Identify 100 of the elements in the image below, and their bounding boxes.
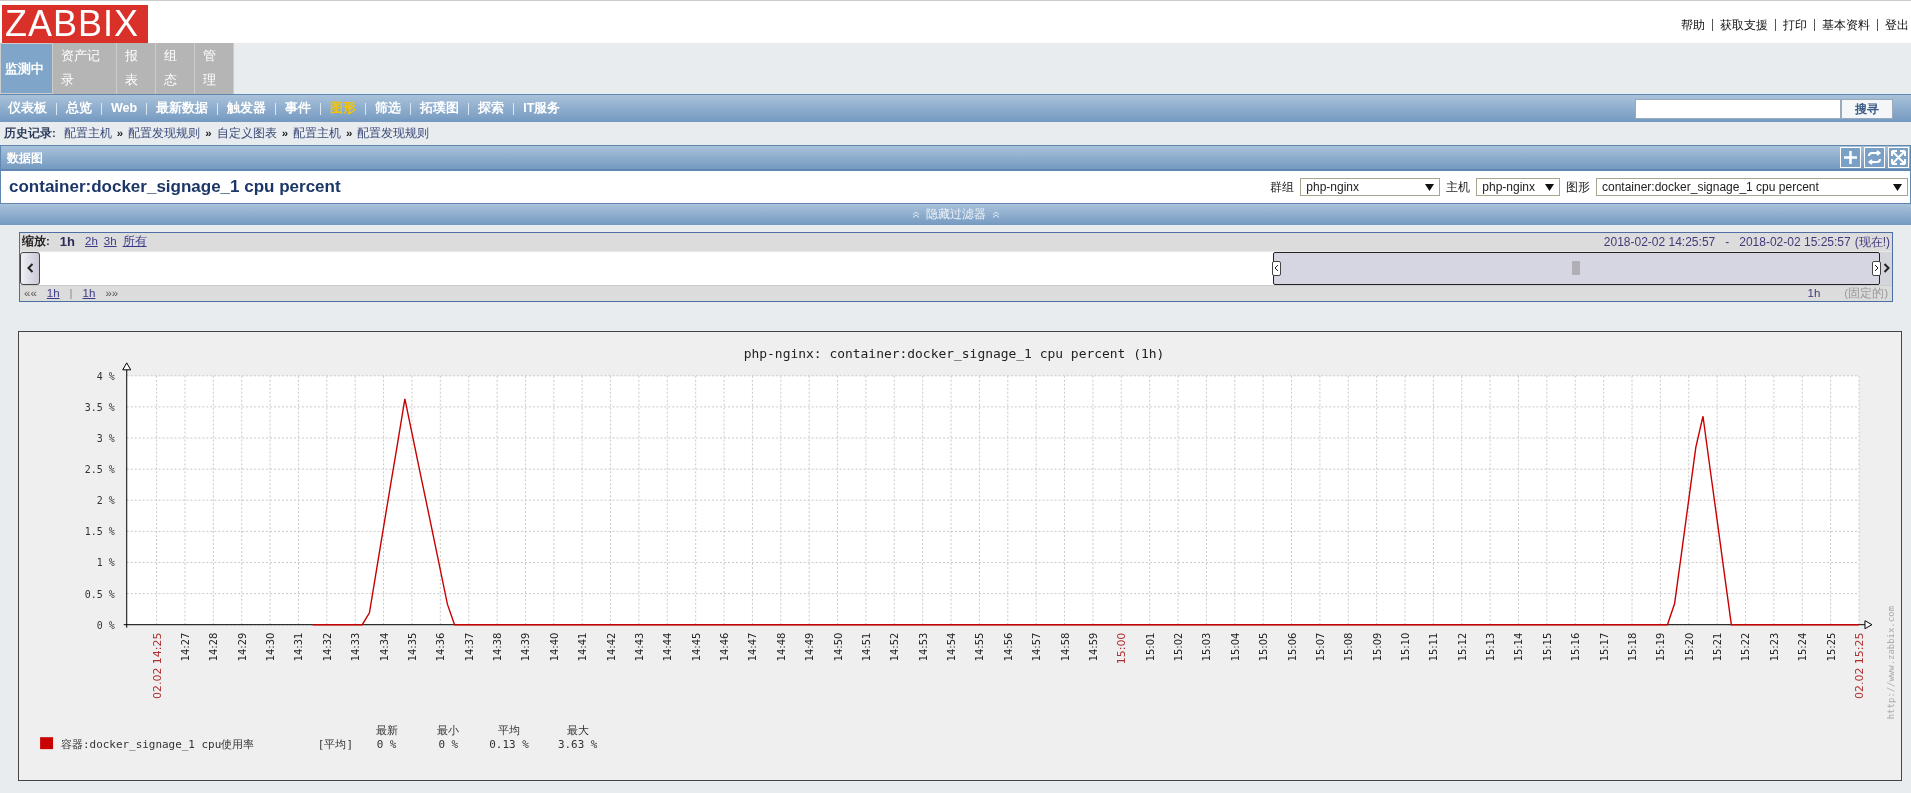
x-tick-label: 14:36 — [435, 632, 447, 662]
chart-title: php-nginx: container:docker_signage_1 cpu percent (1h) — [743, 345, 1165, 361]
filter-select[interactable]: container:docker_signage_1 cpu percent — [1596, 178, 1908, 196]
chevron-left-icon — [26, 263, 34, 273]
history-link[interactable]: 配置主机 — [63, 124, 112, 143]
y-tick-label: 1 % — [96, 557, 115, 569]
top-link[interactable]: 登出 — [1885, 16, 1909, 34]
side-url: http://www.zabbix.com — [1885, 606, 1896, 720]
history-separator: » — [205, 125, 212, 141]
x-tick-label: 14:32 — [321, 632, 333, 662]
x-tick-label: 14:37 — [463, 632, 475, 662]
slider-left-handle[interactable] — [1271, 260, 1281, 276]
top-link[interactable]: 帮助 — [1681, 16, 1705, 34]
x-tick-label: 15:21 — [1712, 632, 1724, 662]
filter-select[interactable]: php-nginx — [1300, 178, 1441, 196]
x-tick-label: 15:12 — [1456, 632, 1468, 662]
plus-icon — [1843, 150, 1858, 165]
x-tick-label: 14:42 — [605, 632, 617, 662]
scroll-left-button[interactable] — [20, 251, 40, 285]
x-tick-label: 14:57 — [1031, 632, 1043, 662]
timeline-slider[interactable] — [1272, 251, 1880, 285]
y-tick-label: 2 % — [96, 495, 115, 507]
history-link[interactable]: 配置主机 — [293, 124, 342, 143]
fullscreen-button[interactable] — [1888, 147, 1909, 168]
y-tick-label: 2.5 % — [84, 464, 115, 476]
x-tick-label: 14:39 — [520, 632, 532, 662]
step-back-link[interactable]: 1h — [46, 284, 60, 303]
search-field[interactable] — [1635, 98, 1841, 119]
x-tick-label: 14:51 — [860, 632, 872, 662]
history-link[interactable]: 配置发现规则 — [128, 124, 201, 143]
legend-header: 平均 — [498, 724, 520, 738]
history-separator: » — [281, 125, 289, 141]
x-tick-label: 15:07 — [1314, 632, 1326, 662]
top-link[interactable]: 基本资料 — [1822, 16, 1870, 34]
y-tick-label: 1.5 % — [84, 526, 115, 538]
y-tick-label: 0 % — [96, 619, 115, 631]
x-tick-label: 14:30 — [265, 632, 277, 662]
x-tick-label: 14:48 — [775, 632, 787, 662]
y-tick-label: 4 % — [96, 370, 115, 382]
section-title: 数据图 — [7, 149, 43, 167]
double-chevron-up-icon — [991, 211, 1000, 218]
forward-link[interactable]: »» — [105, 284, 119, 303]
x-tick-label: 14:40 — [548, 632, 560, 662]
x-tick-label: 14:38 — [492, 632, 504, 662]
step-separator: | — [69, 285, 73, 301]
x-tick-label: 15:00 — [1115, 632, 1129, 665]
filter-label: 主机 — [1446, 179, 1471, 196]
x-tick-label: 02.02 14:25 — [150, 632, 164, 699]
grip-icon — [1571, 261, 1581, 275]
x-tick-label: 15:06 — [1286, 632, 1298, 662]
back-link[interactable]: «« — [24, 284, 37, 303]
y-tick-label: 3 % — [96, 433, 115, 444]
x-tick-label: 15:09 — [1371, 632, 1383, 662]
legend-label: 容器:docker_signage_1 cpu使用率 — [61, 738, 255, 752]
x-tick-label: 15:16 — [1570, 632, 1582, 662]
history-link[interactable]: 配置发现规则 — [357, 124, 430, 143]
x-tick-label: 14:45 — [690, 632, 702, 662]
y-tick-label: 3.5 % — [84, 401, 115, 413]
x-tick-label: 15:22 — [1740, 632, 1752, 662]
x-tick-label: 15:02 — [1173, 632, 1184, 662]
dropdown-arrow-icon — [1425, 183, 1435, 191]
top-link[interactable]: 打印 — [1783, 16, 1807, 34]
x-tick-label: 15:01 — [1144, 632, 1156, 662]
search-button[interactable]: 搜寻 — [1841, 98, 1893, 119]
x-tick-label: 14:59 — [1087, 632, 1099, 662]
zoom-option[interactable]: 3h — [103, 233, 117, 251]
graph-title: container:docker_signage_1 cpu percent — [9, 176, 341, 199]
x-tick-label: 14:35 — [406, 632, 418, 662]
filter-select[interactable]: php-nginx — [1476, 178, 1560, 196]
legend-header: 最大 — [566, 724, 589, 738]
top-link[interactable]: 获取支援 — [1720, 16, 1768, 34]
legend-header: 最新 — [375, 724, 398, 738]
x-tick-label: 15:24 — [1797, 632, 1809, 662]
history-link[interactable]: 自定义图表 — [216, 124, 277, 143]
history-separator: » — [346, 125, 353, 141]
x-tick-label: 15:05 — [1258, 632, 1270, 662]
dropdown-arrow-icon — [1545, 183, 1554, 191]
x-tick-label: 14:31 — [293, 632, 305, 662]
x-tick-label: 15:25 — [1825, 632, 1837, 662]
history-label: 历史记录: — [4, 125, 56, 141]
x-tick-label: 02.02 15:25 — [1852, 632, 1866, 699]
legend-value: 0.13 % — [489, 738, 529, 752]
scroll-right-button[interactable] — [1880, 251, 1892, 285]
step-forward-link[interactable]: 1h — [82, 284, 96, 303]
zoom-option[interactable]: 所有 — [122, 233, 147, 251]
x-tick-label: 15:11 — [1428, 632, 1440, 662]
add-button[interactable] — [1840, 147, 1861, 168]
x-tick-label: 14:41 — [577, 632, 589, 662]
x-tick-label: 15:19 — [1655, 632, 1667, 662]
filter-toggle-label: 隐藏过滤器 — [925, 206, 986, 222]
period-start: 2018-02-02 14:25:57 — [1603, 234, 1716, 251]
x-tick-label: 14:47 — [747, 632, 759, 662]
x-tick-label: 15:15 — [1541, 632, 1553, 662]
legend-function: [平均] — [317, 738, 354, 752]
zoom-option[interactable]: 2h — [85, 233, 98, 251]
refresh-button[interactable] — [1864, 147, 1885, 168]
zoom-option[interactable]: 1h — [55, 232, 79, 252]
legend-value: 0 % — [438, 738, 459, 752]
x-tick-label: 14:46 — [719, 632, 731, 662]
logo[interactable]: ZABBIX — [2, 5, 148, 43]
